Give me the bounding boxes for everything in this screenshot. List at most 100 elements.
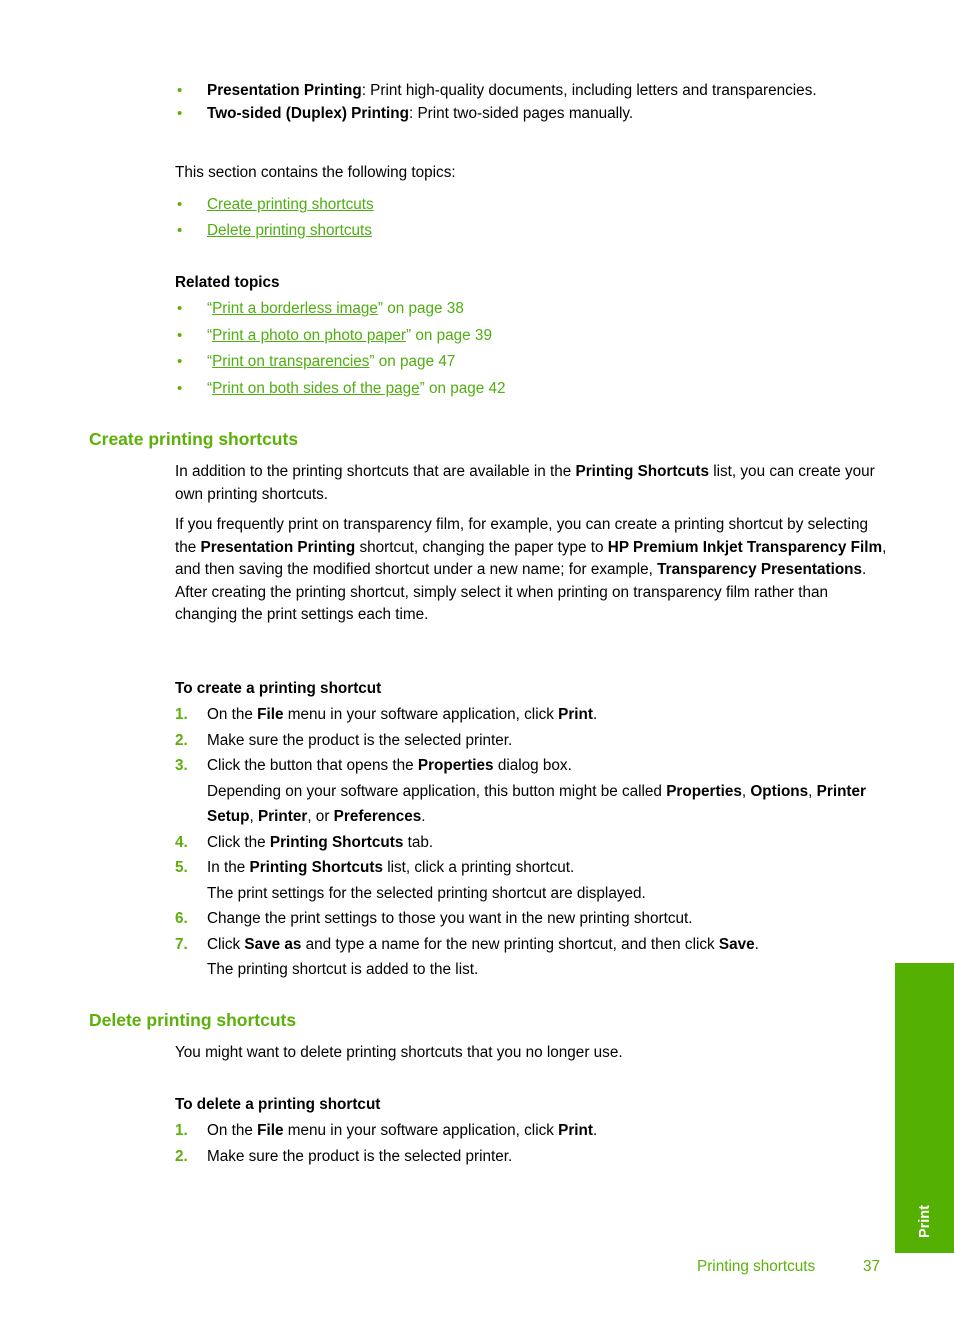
related-topic-item[interactable]: • “Print a borderless image” on page 38 <box>175 296 885 323</box>
create-step-1-part-0: Make sure the product is the selected pr… <box>207 731 513 749</box>
create-step-subtext: Depending on your software application, … <box>207 779 887 830</box>
create-step-2-sub0-part-10: . <box>421 808 426 825</box>
create-step-4-part-0: In the <box>207 859 250 876</box>
related-topic-page-ref: on page 38 <box>383 300 464 317</box>
create-step-text: Make sure the product is the selected pr… <box>207 732 512 749</box>
delete-step-text: On the File menu in your software applic… <box>207 1122 597 1139</box>
create-step-2-sub0-part-3: Options <box>750 782 809 800</box>
feature-bullet-term: Presentation Printing <box>207 82 362 99</box>
create-step-text: Click the Printing Shortcuts tab. <box>207 834 433 851</box>
feature-bullet-item: • Two-sided (Duplex) Printing: Print two-… <box>175 103 885 126</box>
related-topics-list: • “Print a borderless image” on page 38 • “… <box>175 296 885 402</box>
create-step-2-sub0-part-4: , <box>808 782 817 800</box>
create-step-5-part-0: Change the print settings to those you w… <box>207 910 693 927</box>
create-p2-bold-transparency-presentations: Transparency Presentations <box>657 561 863 578</box>
create-step-2-sub0-part-9: Preferences <box>333 808 422 825</box>
create-step-4-part-1: Printing Shortcuts <box>249 859 383 876</box>
create-step-item: 5. In the Printing Shortcuts list, click … <box>175 855 887 906</box>
related-topic-item[interactable]: • “Print on both sides of the page” on pa… <box>175 376 885 403</box>
feature-bullet-description: : Print two-sided pages manually. <box>408 104 634 122</box>
create-step-2-sub0-part-8: , or <box>307 808 334 825</box>
create-p2-part-c: shortcut, changing the paper type to <box>355 538 608 556</box>
create-step-text: Change the print settings to those you w… <box>207 910 693 927</box>
toc-link[interactable]: Create printing shortcuts <box>207 196 374 213</box>
create-step-6-part-4: . <box>754 935 759 953</box>
create-step-number: 1. <box>175 706 188 723</box>
side-tab-label-wrap: Print <box>917 1205 933 1243</box>
create-step-number: 2. <box>175 731 188 749</box>
delete-step-item: 1. On the File menu in your software appl… <box>175 1118 887 1144</box>
feature-bullet-list: • Presentation Printing: Print high-quali… <box>175 80 885 125</box>
create-step-text: In the Printing Shortcuts list, click a … <box>207 859 574 876</box>
create-procedure-heading: To create a printing shortcut <box>175 680 382 697</box>
bullet-icon: • <box>177 379 183 397</box>
delete-step-number: 1. <box>175 1122 188 1139</box>
create-step-item: 7. Click Save as and type a name for the … <box>175 932 887 983</box>
create-step-text: Click the button that opens the Properti… <box>207 757 572 774</box>
bullet-icon: • <box>177 104 183 122</box>
delete-step-1-part-0: Make sure the product is the selected pr… <box>207 1147 513 1165</box>
feature-bullet-item: • Presentation Printing: Print high-quali… <box>175 80 885 103</box>
toc-link[interactable]: Delete printing shortcuts <box>207 222 372 239</box>
footer-page-number: 37 <box>863 1258 881 1275</box>
delete-step-text: Make sure the product is the selected pr… <box>207 1148 512 1165</box>
bullet-icon: • <box>177 196 183 213</box>
create-step-number: 7. <box>175 935 188 953</box>
feature-bullet-term: Two-sided (Duplex) Printing <box>207 104 409 122</box>
create-step-2-part-2: dialog box. <box>493 757 572 774</box>
toc-link-list: • Create printing shortcuts • Delete printi… <box>175 192 885 244</box>
create-step-3-part-2: tab. <box>403 833 434 851</box>
bullet-icon: • <box>177 300 183 317</box>
create-step-2-part-1: Properties <box>417 757 494 774</box>
create-p2-bold-hp-premium-film: HP Premium Inkjet Transparency Film <box>607 538 883 556</box>
create-step-item: 6. Change the print settings to those you… <box>175 906 887 932</box>
create-step-6-part-0: Click <box>207 935 245 953</box>
create-step-text: Click Save as and type a name for the ne… <box>207 936 759 953</box>
related-topic-item[interactable]: • “Print a photo on photo paper” on page … <box>175 323 885 350</box>
footer-section-title: Printing shortcuts <box>697 1258 816 1275</box>
toc-link-item[interactable]: • Create printing shortcuts <box>175 192 885 218</box>
related-topic-item[interactable]: • “Print on transparencies” on page 47 <box>175 349 885 376</box>
delete-step-0-part-2: menu in your software application, click <box>283 1122 559 1139</box>
create-step-4-part-2: list, click a printing shortcut. <box>382 859 575 876</box>
toc-link-item[interactable]: • Delete printing shortcuts <box>175 218 885 244</box>
create-step-item: 2. Make sure the product is the selected … <box>175 728 887 754</box>
related-topic-page-ref: on page 42 <box>424 379 506 397</box>
create-step-0-part-3: Print <box>558 706 593 723</box>
related-topic-link[interactable]: Print on transparencies <box>212 353 369 370</box>
create-step-0-part-4: . <box>593 706 598 723</box>
create-step-number: 5. <box>175 859 188 876</box>
create-step-6-part-3: Save <box>718 935 755 953</box>
related-topic-link[interactable]: Print on both sides of the page <box>212 380 420 397</box>
create-paragraph-1: In addition to the printing shortcuts th… <box>175 461 887 506</box>
create-p1-part-a: In addition to the printing shortcuts th… <box>175 463 576 480</box>
create-step-6-part-2: and type a name for the new printing sho… <box>301 935 719 953</box>
bullet-icon: • <box>177 326 183 344</box>
create-step-subtext: The print settings for the selected prin… <box>207 881 887 907</box>
delete-procedure-heading: To delete a printing shortcut <box>175 1096 381 1113</box>
delete-step-number: 2. <box>175 1147 188 1165</box>
create-step-number: 3. <box>175 757 188 774</box>
create-step-3-part-0: Click the <box>207 833 270 851</box>
create-step-2-sub0-part-6: , <box>249 808 258 825</box>
related-topic-link[interactable]: Print a borderless image <box>212 300 378 317</box>
create-step-0-part-1: File <box>257 706 284 723</box>
delete-step-0-part-1: File <box>257 1122 284 1139</box>
create-p2-bold-presentation-printing: Presentation Printing <box>200 538 356 556</box>
chapter-side-tab: Print <box>895 963 954 1253</box>
toc-lead-text: This section contains the following topi… <box>175 164 456 181</box>
delete-step-0-part-4: . <box>593 1122 598 1139</box>
create-steps-list: 1. On the File menu in your software appl… <box>175 702 887 983</box>
bullet-icon: • <box>177 353 183 370</box>
bullet-icon: • <box>177 222 183 239</box>
related-topic-page-ref: on page 47 <box>374 353 456 370</box>
document-page: • Presentation Printing: Print high-quali… <box>0 0 954 1321</box>
create-step-0-part-0: On the <box>207 706 258 723</box>
create-step-0-part-2: menu in your software application, click <box>283 706 559 723</box>
create-p1-bold-printing-shortcuts: Printing Shortcuts <box>575 463 709 480</box>
side-tab-label: Print <box>916 1204 933 1238</box>
create-step-2-sub0-part-0: Depending on your software application, … <box>207 782 667 800</box>
related-topic-link[interactable]: Print a photo on photo paper <box>212 327 406 344</box>
delete-step-item: 2. Make sure the product is the selected … <box>175 1144 887 1170</box>
create-step-3-part-1: Printing Shortcuts <box>269 833 404 851</box>
